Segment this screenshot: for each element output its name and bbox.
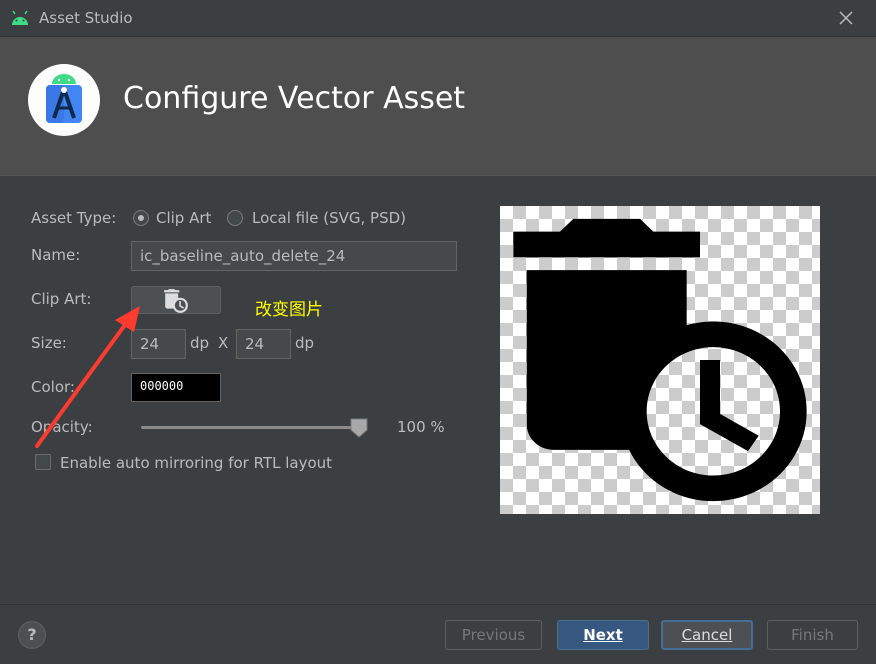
previous-button[interactable]: Previous (445, 620, 542, 650)
size-separator: X (218, 334, 229, 352)
height-unit: dp (295, 334, 315, 352)
page-title: Configure Vector Asset (123, 81, 466, 116)
clip-art-button[interactable] (131, 286, 221, 314)
finish-button[interactable]: Finish (767, 620, 858, 650)
color-picker[interactable]: 000000 (131, 373, 221, 402)
radio-local-file-label[interactable]: Local file (SVG, PSD) (252, 209, 406, 227)
auto-delete-icon (513, 218, 807, 502)
opacity-slider[interactable] (141, 426, 367, 429)
radio-clip-art[interactable] (133, 210, 149, 226)
auto-delete-icon (164, 289, 188, 313)
asset-type-label: Asset Type: (31, 209, 117, 227)
android-studio-logo (28, 64, 100, 136)
radio-clip-art-label[interactable]: Clip Art (156, 209, 211, 227)
close-icon[interactable] (836, 8, 856, 28)
window-titlebar: Asset Studio (0, 0, 876, 37)
icon-preview (500, 206, 820, 514)
android-studio-icon (46, 74, 82, 123)
opacity-slider-thumb[interactable] (350, 418, 368, 438)
width-input[interactable] (131, 329, 186, 359)
name-input[interactable] (131, 241, 457, 271)
next-button[interactable]: Next (557, 620, 649, 650)
android-icon (12, 10, 28, 25)
width-unit: dp (190, 334, 210, 352)
color-label: Color: (31, 378, 75, 396)
cancel-button[interactable]: Cancel (661, 620, 753, 650)
size-label: Size: (31, 334, 67, 352)
window-title: Asset Studio (39, 9, 133, 27)
name-label: Name: (31, 246, 81, 264)
auto-mirroring-checkbox[interactable] (35, 454, 51, 470)
clip-art-label: Clip Art: (31, 290, 92, 308)
help-button[interactable]: ? (18, 621, 46, 649)
height-input[interactable] (236, 329, 291, 359)
opacity-label: Opacity: (31, 418, 93, 436)
wizard-header: Configure Vector Asset (0, 37, 876, 176)
wizard-footer: ? Previous Next Cancel Finish (0, 604, 876, 664)
auto-mirroring-label[interactable]: Enable auto mirroring for RTL layout (60, 454, 332, 472)
annotation-change-image: 改变图片 (255, 300, 323, 320)
radio-local-file[interactable] (227, 210, 243, 226)
opacity-value: 100 % (397, 418, 445, 436)
